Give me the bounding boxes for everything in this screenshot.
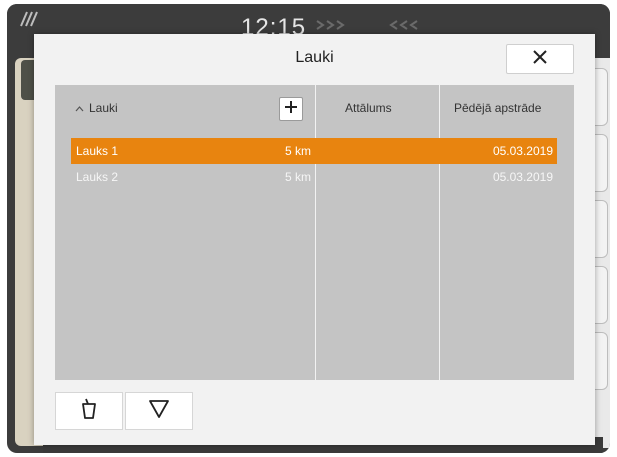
- field-name: Lauks 1: [76, 144, 119, 158]
- status-indicator-icon: [315, 18, 445, 34]
- close-button[interactable]: [506, 44, 574, 74]
- filter-button[interactable]: [125, 392, 193, 430]
- delete-button[interactable]: [55, 392, 123, 430]
- column-header-distance[interactable]: Attālums: [345, 101, 392, 115]
- filter-icon: [148, 399, 170, 424]
- brand-logo-icon: [17, 10, 43, 33]
- field-last-processed: 05.03.2019: [492, 144, 553, 158]
- delete-icon: [80, 398, 98, 425]
- field-distance: 5 km: [284, 144, 311, 158]
- column-header-last-processed[interactable]: Pēdējā apstrāde: [454, 101, 541, 115]
- field-name: Lauks 2: [76, 170, 119, 184]
- column-header-fields[interactable]: Lauki: [75, 101, 118, 115]
- fields-list: Lauki Attālums Pēdējā apstrāde Lauks 1 5…: [55, 85, 574, 380]
- list-item[interactable]: Lauks 1 5 km 05.03.2019: [71, 138, 557, 164]
- column-divider: [315, 85, 316, 380]
- close-icon: [532, 49, 548, 70]
- field-distance: 5 km: [284, 170, 311, 184]
- column-header-label: Lauki: [89, 101, 118, 115]
- column-divider: [439, 85, 440, 380]
- list-item[interactable]: Lauks 2 5 km 05.03.2019: [71, 164, 557, 190]
- fields-dialog: Lauki Lauki Attālums Pēdējā apstrāde Lau…: [34, 34, 595, 445]
- add-field-button[interactable]: [279, 97, 303, 121]
- dialog-toolbar: [55, 392, 193, 430]
- sort-ascending-icon: [75, 101, 85, 115]
- field-last-processed: 05.03.2019: [492, 170, 553, 184]
- plus-icon: [284, 100, 298, 119]
